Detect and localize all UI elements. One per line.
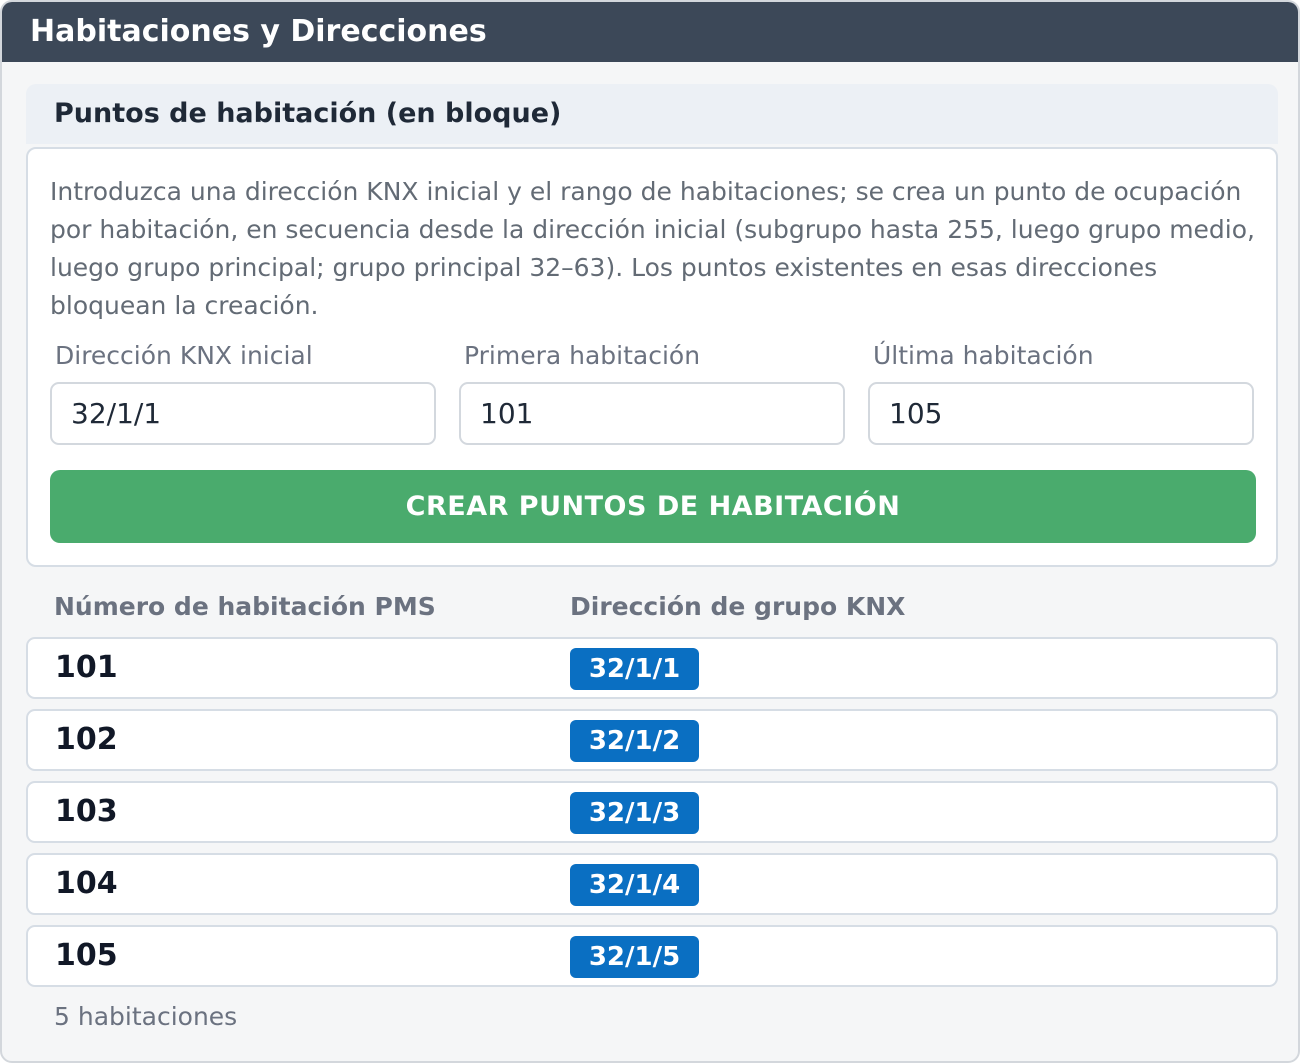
panel-title: Puntos de habitación (en bloque): [26, 84, 1278, 144]
table-row[interactable]: 103 32/1/3: [26, 781, 1278, 843]
first-room-input[interactable]: [459, 382, 845, 445]
last-room-input[interactable]: [868, 382, 1254, 445]
table-row[interactable]: 105 32/1/5: [26, 925, 1278, 987]
table-row[interactable]: 101 32/1/1: [26, 637, 1278, 699]
bulk-room-form: Introduzca una dirección KNX inicial y e…: [26, 147, 1278, 567]
create-room-points-button[interactable]: CREAR PUNTOS DE HABITACIÓN: [50, 470, 1256, 543]
room-number: 102: [55, 722, 118, 757]
room-number: 105: [55, 938, 118, 973]
room-list: 101 32/1/1 102 32/1/2 103 32/1/3 104 32/…: [26, 637, 1278, 997]
column-header-group-address: Dirección de grupo KNX: [570, 592, 906, 621]
group-address-badge: 32/1/3: [570, 792, 699, 834]
last-room-label: Última habitación: [873, 341, 1094, 370]
group-address-badge: 32/1/4: [570, 864, 699, 906]
column-header-room-number: Número de habitación PMS: [54, 592, 436, 621]
start-address-label: Dirección KNX inicial: [55, 341, 313, 370]
rooms-addresses-window: Habitaciones y Direcciones Puntos de hab…: [0, 0, 1300, 1063]
room-number: 103: [55, 794, 118, 829]
group-address-badge: 32/1/2: [570, 720, 699, 762]
table-row[interactable]: 102 32/1/2: [26, 709, 1278, 771]
panel-description: Introduzca una dirección KNX inicial y e…: [50, 177, 1255, 320]
table-row[interactable]: 104 32/1/4: [26, 853, 1278, 915]
first-room-label: Primera habitación: [464, 341, 701, 370]
room-number: 104: [55, 866, 118, 901]
room-number: 101: [55, 650, 118, 685]
group-address-badge: 32/1/1: [570, 648, 699, 690]
group-address-badge: 32/1/5: [570, 936, 699, 978]
window-title: Habitaciones y Direcciones: [2, 2, 1298, 62]
room-count: 5 habitaciones: [54, 1002, 238, 1031]
start-address-input[interactable]: [50, 382, 436, 445]
